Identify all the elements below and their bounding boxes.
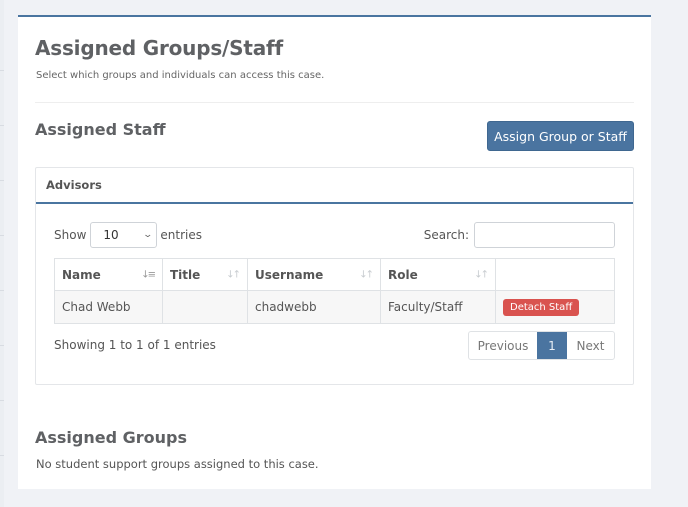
pagination-page-button[interactable]: 1 [537, 332, 567, 359]
sort-icon: ↓↑ [226, 269, 241, 280]
cell-username: chadwebb [247, 290, 381, 324]
detach-staff-button[interactable]: Detach Staff [503, 298, 580, 316]
entries-per-page-select[interactable]: 10 ⌄ [90, 222, 158, 248]
table-row: Chad Webb chadwebb Faculty/Staff Detach … [54, 290, 615, 324]
sort-icon: ↓↑ [474, 269, 489, 280]
assign-group-or-staff-button[interactable]: Assign Group or Staff [487, 121, 634, 151]
search-label: Search: [423, 228, 469, 242]
assigned-groups-title: Assigned Groups [35, 428, 188, 447]
cell-actions: Detach Staff [495, 290, 615, 324]
sort-desc-icon: ↓≡ [141, 269, 156, 280]
pagination-next-button[interactable]: Next [567, 332, 614, 359]
column-header-actions [495, 258, 615, 291]
advisors-panel-header: Advisors [36, 168, 633, 204]
cell-name: Chad Webb [54, 290, 163, 324]
cell-title [162, 290, 248, 324]
divider [35, 102, 634, 103]
column-label: Username [255, 267, 324, 282]
left-sidebar-edge [0, 0, 4, 507]
entries-length-control: Show 10 ⌄ entries [54, 222, 202, 248]
chevron-down-icon: ⌄ [142, 230, 153, 240]
length-suffix-label: entries [160, 228, 202, 242]
assigned-groups-empty-text: No student support groups assigned to th… [36, 457, 319, 471]
column-header-name[interactable]: Name ↓≡ [54, 258, 163, 291]
column-header-username[interactable]: Username ↓↑ [247, 258, 381, 291]
sort-icon: ↓↑ [359, 269, 374, 280]
column-label: Name [62, 267, 101, 282]
table-search: Search: [424, 222, 615, 248]
page-title: Assigned Groups/Staff [35, 36, 283, 60]
page-subtitle: Select which groups and individuals can … [36, 70, 325, 81]
column-header-role[interactable]: Role ↓↑ [380, 258, 496, 291]
column-header-title[interactable]: Title ↓↑ [162, 258, 248, 291]
table-info: Showing 1 to 1 of 1 entries [54, 338, 216, 352]
search-input[interactable] [474, 222, 615, 248]
pagination-previous-button[interactable]: Previous [469, 332, 537, 359]
table-header-row: Name ↓≡ Title ↓↑ Username ↓↑ Role ↓↑ [54, 258, 615, 291]
assigned-groups-staff-card: Assigned Groups/Staff Select which group… [18, 15, 651, 489]
advisors-table: Name ↓≡ Title ↓↑ Username ↓↑ Role ↓↑ Cha… [54, 258, 615, 324]
column-label: Role [388, 267, 418, 282]
length-prefix-label: Show [54, 228, 87, 242]
column-label: Title [170, 267, 201, 282]
advisors-panel: Advisors Show 10 ⌄ entries Search: Name … [35, 167, 634, 385]
cell-role: Faculty/Staff [380, 290, 496, 324]
entries-per-page-value: 10 [103, 228, 119, 242]
pagination: Previous 1 Next [468, 331, 615, 360]
assigned-staff-title: Assigned Staff [35, 120, 166, 139]
